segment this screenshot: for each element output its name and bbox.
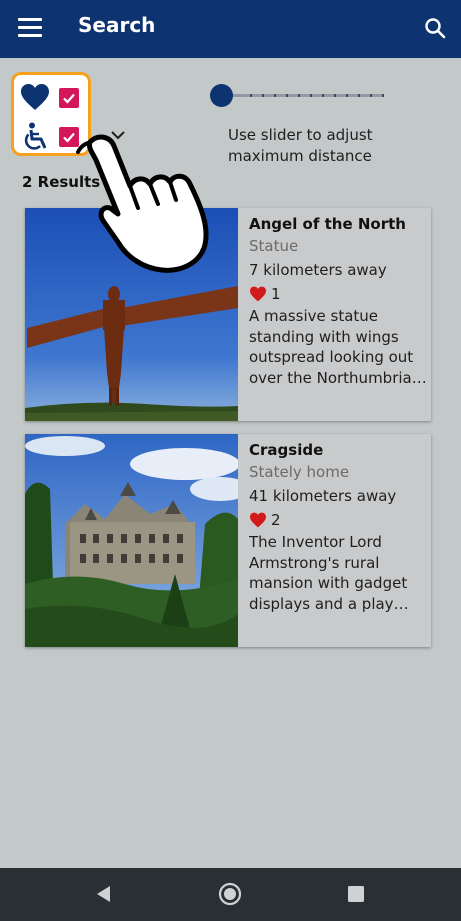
app-bar: Search [0,0,461,58]
back-triangle-icon[interactable] [93,883,115,905]
card-description: A massive statue standing with wings out… [249,307,422,387]
card-description: The Inventor Lord Armstrong's rural mans… [249,533,408,613]
slider-hint: Use slider to adjust maximum distance [228,126,373,165]
likes-count: 2 [271,511,281,529]
result-card[interactable]: Angel of the North Statue 7 kilometers a… [25,208,431,421]
heart-icon [21,84,49,110]
slider-tick [298,94,300,97]
card-body: Angel of the North Statue 7 kilometers a… [249,214,427,388]
result-card[interactable]: Cragside Stately home 41 kilometers away… [25,434,431,647]
card-type: Stately home [249,463,350,481]
cragside-photo [25,434,238,647]
likes-count: 1 [271,285,281,303]
slider-thumb[interactable] [210,84,233,107]
slider-tick [334,94,336,97]
slider-tick [250,94,252,97]
card-title: Angel of the North [249,215,406,233]
accessible-checkbox[interactable] [59,127,79,147]
card-likes: 2 [249,508,427,532]
recents-square-icon[interactable] [347,885,365,903]
slider-tick [322,94,324,97]
chevron-down-icon[interactable] [110,130,126,140]
card-type: Statue [249,237,299,255]
home-circle-icon[interactable] [218,882,242,906]
slider-tick [262,94,264,97]
slider-tick [274,94,276,97]
slider-tick [382,94,384,97]
results-count: 2 Results [22,173,101,191]
distance-slider[interactable] [210,84,390,108]
heart-icon [250,512,266,528]
slider-tick [286,94,288,97]
system-nav-bar [0,868,461,921]
filter-panel [11,72,91,156]
card-body: Cragside Stately home 41 kilometers away… [249,440,427,614]
card-title: Cragside [249,441,324,459]
angel-of-the-north-photo [25,208,238,421]
search-icon[interactable] [423,16,447,40]
slider-tick [346,94,348,97]
slider-tick [358,94,360,97]
favorites-checkbox[interactable] [59,88,79,108]
card-distance: 41 kilometers away [249,487,397,505]
slider-tick [370,94,372,97]
slider-tick [310,94,312,97]
card-distance: 7 kilometers away [249,261,387,279]
card-likes: 1 [249,282,427,306]
wheelchair-icon [24,122,47,150]
heart-icon [250,286,266,302]
page-title: Search [78,13,156,37]
menu-icon[interactable] [18,18,42,38]
